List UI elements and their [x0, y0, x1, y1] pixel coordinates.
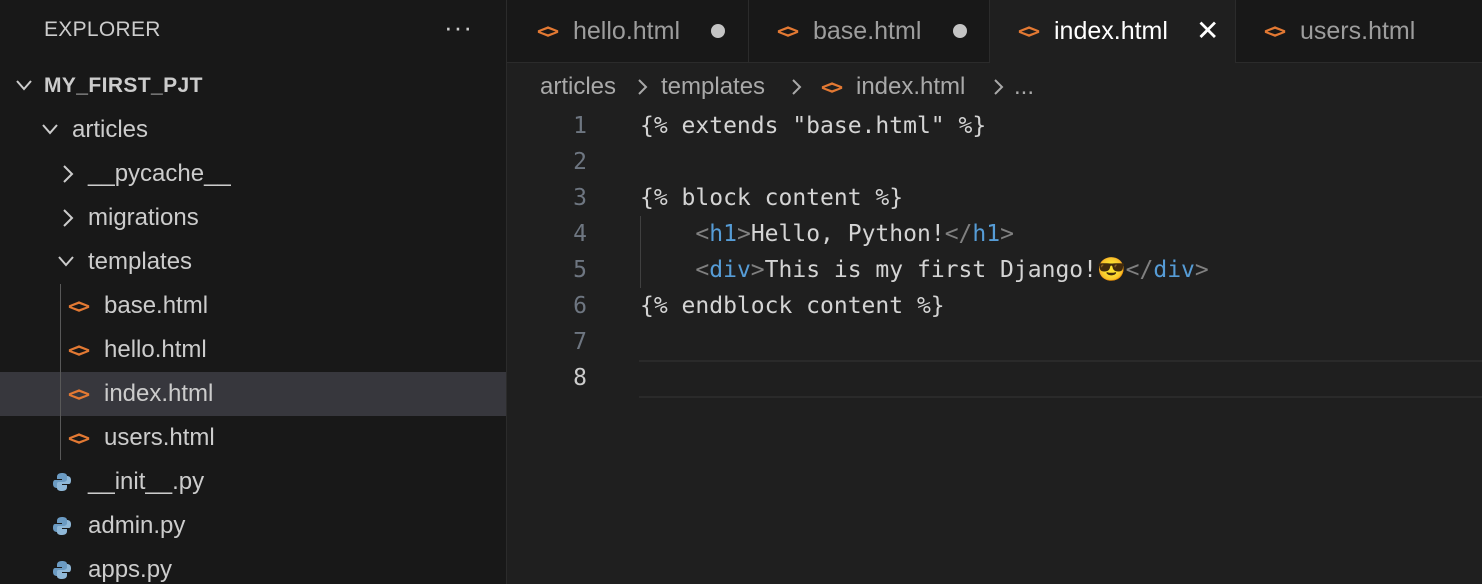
python-file-icon	[53, 517, 71, 535]
python-file-icon	[53, 561, 71, 579]
tab-base-html[interactable]: <> base.html	[749, 0, 990, 62]
chevron-right-icon	[994, 79, 1004, 95]
tab-bar: <> hello.html <> base.html <> index.html…	[507, 0, 1482, 63]
line-number: 2	[573, 149, 587, 175]
html-file-icon: <>	[68, 294, 90, 318]
chevron-right-icon	[792, 79, 802, 95]
explorer-header: EXPLORER ···	[0, 0, 506, 60]
file-tree: MY_FIRST_PJT articles __pycache__ migrat…	[0, 64, 506, 584]
tree-item-label: __pycache__	[88, 160, 231, 187]
code-line[interactable]: 4 <h1>Hello, Python!</h1>	[507, 216, 1482, 252]
breadcrumb-item[interactable]: index.html	[856, 64, 965, 110]
file-apps-py[interactable]: apps.py	[0, 548, 506, 584]
file-base-html[interactable]: <> base.html	[0, 284, 506, 328]
html-file-icon: <>	[1018, 19, 1040, 43]
close-icon[interactable]: ✕	[1196, 0, 1219, 62]
tree-item-label: apps.py	[88, 556, 173, 583]
line-number: 8	[573, 365, 587, 391]
tree-item-label: articles	[72, 116, 149, 143]
code-editor[interactable]: 1 {% extends "base.html" %} 2 3 {% block…	[507, 108, 1482, 584]
tree-item-label: users.html	[104, 424, 215, 451]
more-actions-icon[interactable]: ···	[444, 12, 473, 43]
folder-migrations[interactable]: migrations	[0, 196, 506, 240]
editor-area: <> hello.html <> base.html <> index.html…	[507, 0, 1482, 584]
line-number: 7	[573, 329, 587, 355]
breadcrumb-item[interactable]: templates	[661, 64, 765, 110]
tree-item-label: hello.html	[104, 336, 207, 363]
line-number: 4	[573, 221, 587, 247]
chevron-down-icon	[16, 80, 32, 91]
tree-item-label: templates	[88, 248, 193, 275]
code-line[interactable]: 1 {% extends "base.html" %}	[507, 108, 1482, 144]
breadcrumb-item[interactable]: ...	[1014, 64, 1034, 110]
line-number: 6	[573, 293, 587, 319]
line-number: 3	[573, 185, 587, 211]
tab-label: hello.html	[573, 17, 680, 45]
html-file-icon: <>	[1264, 19, 1286, 43]
tab-users-html[interactable]: <> users.html	[1236, 0, 1482, 62]
code-text: {% extends "base.html" %}	[640, 113, 987, 139]
tree-item-label: __init__.py	[88, 468, 205, 495]
tab-label: users.html	[1300, 17, 1416, 45]
breadcrumb: articles templates <> index.html ...	[507, 64, 1482, 110]
html-file-icon: <>	[537, 19, 559, 43]
file-hello-html[interactable]: <> hello.html	[0, 328, 506, 372]
code-line[interactable]: 6 {% endblock content %}	[507, 288, 1482, 324]
html-file-icon: <>	[821, 75, 843, 99]
html-file-icon: <>	[68, 338, 90, 362]
tab-index-html[interactable]: <> index.html ✕	[990, 0, 1236, 63]
explorer-sidebar: EXPLORER ··· MY_FIRST_PJT articles __pyc…	[0, 0, 507, 584]
explorer-title: EXPLORER	[44, 18, 161, 41]
file-users-html[interactable]: <> users.html	[0, 416, 506, 460]
chevron-right-icon	[63, 165, 74, 183]
code-line[interactable]: 8	[507, 360, 1482, 396]
tab-label: index.html	[1054, 17, 1168, 45]
python-file-icon	[53, 473, 71, 491]
indent-guide	[60, 284, 61, 460]
chevron-right-icon	[63, 209, 74, 227]
tree-item-label: migrations	[88, 204, 199, 231]
code-line[interactable]: 5 <div>This is my first Django!😎</div>	[507, 252, 1482, 288]
html-file-icon: <>	[68, 382, 90, 406]
file-init-py[interactable]: __init__.py	[0, 460, 506, 504]
folder-templates[interactable]: templates	[0, 240, 506, 284]
code-line[interactable]: 2	[507, 144, 1482, 180]
code-text: <h1>Hello, Python!</h1>	[695, 221, 1014, 247]
chevron-down-icon	[42, 124, 58, 135]
html-file-icon: <>	[777, 19, 799, 43]
line-number: 1	[573, 113, 587, 139]
breadcrumb-item[interactable]: articles	[540, 64, 616, 110]
project-folder-label: MY_FIRST_PJT	[44, 74, 203, 97]
code-text: <div>This is my first Django!😎</div>	[695, 257, 1209, 283]
project-folder[interactable]: MY_FIRST_PJT	[0, 64, 506, 108]
chevron-down-icon	[58, 256, 74, 267]
tree-item-label: admin.py	[88, 512, 186, 539]
tab-hello-html[interactable]: <> hello.html	[507, 0, 749, 62]
code-line[interactable]: 7	[507, 324, 1482, 360]
html-file-icon: <>	[68, 426, 90, 450]
line-number: 5	[573, 257, 587, 283]
tree-item-label: index.html	[104, 380, 214, 407]
modified-dot-icon[interactable]	[953, 24, 967, 38]
tab-label: base.html	[813, 17, 922, 45]
file-index-html[interactable]: <> index.html	[0, 372, 506, 416]
folder-articles[interactable]: articles	[0, 108, 506, 152]
tree-item-label: base.html	[104, 292, 209, 319]
code-line[interactable]: 3 {% block content %}	[507, 180, 1482, 216]
code-text: {% block content %}	[640, 185, 904, 211]
chevron-right-icon	[638, 79, 648, 95]
modified-dot-icon[interactable]	[711, 24, 725, 38]
folder-pycache[interactable]: __pycache__	[0, 152, 506, 196]
code-text: {% endblock content %}	[640, 293, 945, 319]
file-admin-py[interactable]: admin.py	[0, 504, 506, 548]
